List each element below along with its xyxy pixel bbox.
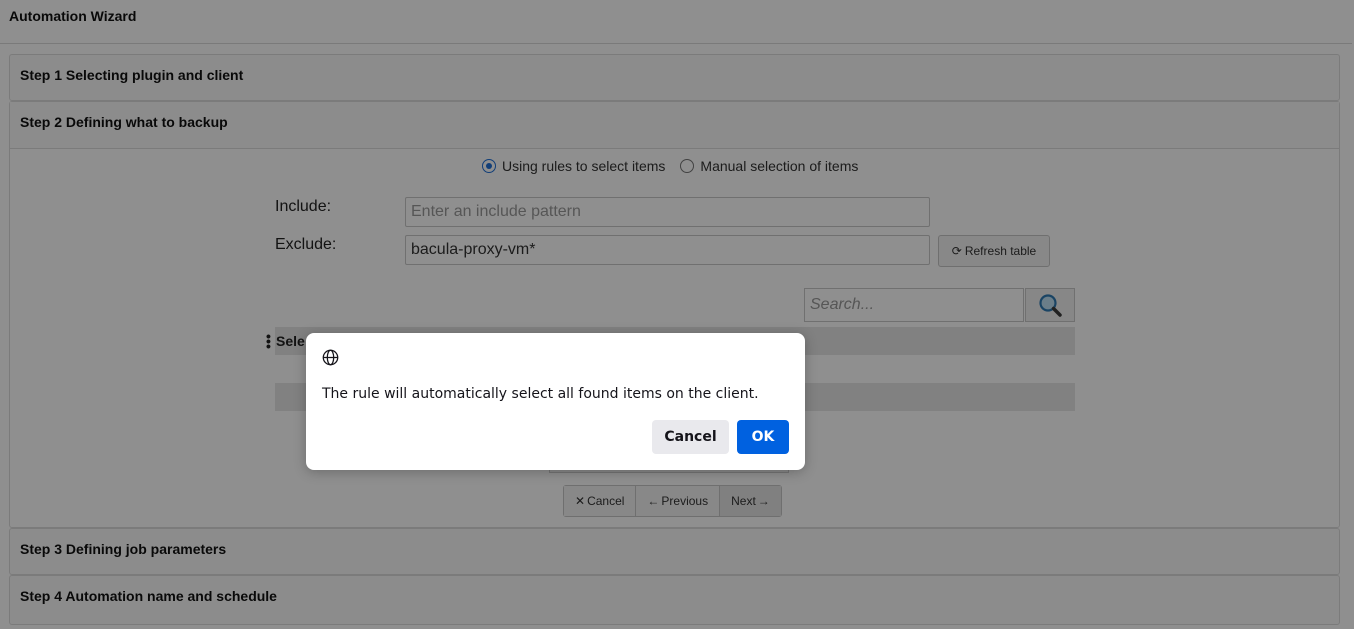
confirm-dialog: The rule will automatically select all f…: [306, 333, 805, 470]
modal-overlay: [0, 0, 1354, 629]
globe-icon: [322, 349, 339, 366]
dialog-message: The rule will automatically select all f…: [322, 386, 759, 402]
dialog-cancel-button[interactable]: Cancel: [652, 420, 729, 454]
dialog-ok-button[interactable]: OK: [737, 420, 789, 454]
